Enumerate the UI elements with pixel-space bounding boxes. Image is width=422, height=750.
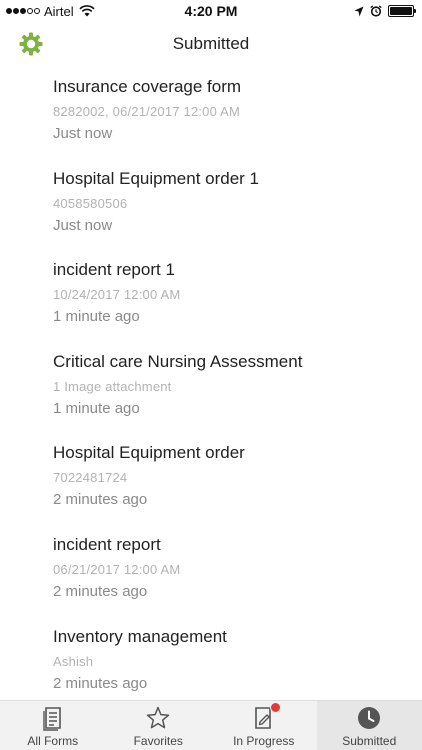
tab-label: Submitted (342, 734, 397, 748)
tab-bar: All Forms Favorites In Progress Submitte… (0, 700, 422, 750)
item-detail: 06/21/2017 12:00 AM (53, 561, 181, 577)
page-title: Submitted (172, 34, 250, 53)
item-timestamp: Just now (53, 125, 113, 142)
item-detail: 10/24/2017 12:00 AM (53, 287, 181, 303)
submission-list: Insurance coverage form 8282002, 06/21/2… (0, 66, 422, 700)
list-item[interactable]: Hospital Equipment order 7022481724 2 mi… (0, 432, 422, 524)
status-right (354, 3, 416, 19)
item-timestamp: 2 minutes ago (53, 582, 148, 600)
item-timestamp: 2 minutes ago (53, 491, 148, 509)
tab-submitted[interactable]: Submitted (316, 701, 422, 750)
tab-favorites[interactable]: Favorites (106, 701, 212, 750)
tab-label: In Progress (233, 734, 295, 748)
item-detail: 1 Image attachment (53, 378, 172, 394)
star-icon (147, 706, 170, 729)
list-item[interactable]: incident report 06/21/2017 12:00 AM 2 mi… (0, 524, 422, 616)
item-detail: Ashish (53, 653, 94, 669)
alarm-icon (370, 5, 382, 17)
item-title: Hospital Equipment order (53, 443, 245, 463)
item-title: Hospital Equipment order 1 (53, 168, 260, 188)
edit-form-icon (251, 702, 281, 731)
list-item[interactable]: Insurance coverage form 8282002, 06/21/2… (0, 66, 422, 158)
tab-label: Favorites (133, 734, 183, 748)
item-timestamp: 1 minute ago (53, 399, 140, 417)
item-detail: 7022481724 (53, 470, 128, 486)
item-title: incident report (53, 534, 161, 554)
tab-all-forms[interactable]: All Forms (0, 701, 106, 750)
item-timestamp: 1 minute ago (53, 308, 140, 326)
location-arrow-icon (354, 6, 364, 16)
tab-in-progress[interactable]: In Progress (211, 701, 317, 750)
clock-icon (358, 707, 381, 729)
list-item[interactable]: Hospital Equipment order 1 4058580506 Ju… (0, 158, 422, 250)
item-title: Critical care Nursing Assessment (53, 351, 303, 371)
item-title: Insurance coverage form (53, 77, 242, 96)
list-item[interactable]: Critical care Nursing Assessment 1 Image… (0, 341, 422, 433)
item-timestamp: Just now (53, 216, 113, 234)
document-icon (43, 707, 61, 731)
nav-bar: Submitted (0, 22, 422, 66)
item-timestamp: 2 minutes ago (53, 674, 148, 692)
tab-label: All Forms (27, 734, 79, 748)
battery-icon (388, 5, 416, 17)
item-title: Inventory management (53, 626, 227, 646)
list-item[interactable]: incident report 1 10/24/2017 12:00 AM 1 … (0, 249, 422, 341)
item-detail: 8282002, 06/21/2017 12:00 AM (53, 104, 241, 119)
item-title: incident report 1 (53, 260, 175, 280)
notification-badge (269, 702, 281, 713)
item-detail: 4058580506 (53, 195, 128, 211)
list-item[interactable]: Inventory management Ashish 2 minutes ag… (0, 616, 422, 700)
status-bar: Airtel 4:20 PM (0, 0, 422, 22)
